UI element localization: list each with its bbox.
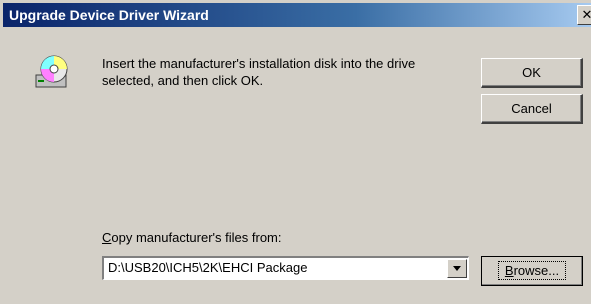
browse-button[interactable]: Browse... [481, 256, 583, 286]
instruction-line-2: selected, and then click OK. [102, 73, 264, 88]
copy-from-label-text: opy manufacturer's files from: [111, 230, 282, 245]
copy-from-label: Copy manufacturer's files from: [102, 230, 282, 245]
window-title: Upgrade Device Driver Wizard [9, 7, 209, 23]
close-button[interactable]: ✕ [577, 5, 591, 25]
cancel-button[interactable]: Cancel [481, 94, 583, 124]
dropdown-arrow-button[interactable] [447, 259, 467, 278]
source-path-value[interactable]: D:\USB20\ICH5\2K\EHCI Package [108, 260, 307, 275]
source-path-combobox[interactable]: D:\USB20\ICH5\2K\EHCI Package [102, 256, 469, 280]
browse-focus-rect: Browse... [497, 261, 567, 280]
install-disk-icon [35, 55, 68, 88]
instruction-line-1: Insert the manufacturer's installation d… [102, 56, 416, 71]
copy-from-label-accel: C [102, 230, 112, 245]
ok-button[interactable]: OK [481, 58, 583, 88]
instruction-text: Insert the manufacturer's installation d… [102, 55, 462, 89]
upgrade-driver-dialog: Upgrade Device Driver Wizard ✕ Insert th… [0, 0, 591, 304]
title-bar[interactable]: Upgrade Device Driver Wizard ✕ [3, 3, 591, 27]
browse-label: rowse... [513, 263, 560, 278]
browse-accel: B [504, 263, 514, 278]
